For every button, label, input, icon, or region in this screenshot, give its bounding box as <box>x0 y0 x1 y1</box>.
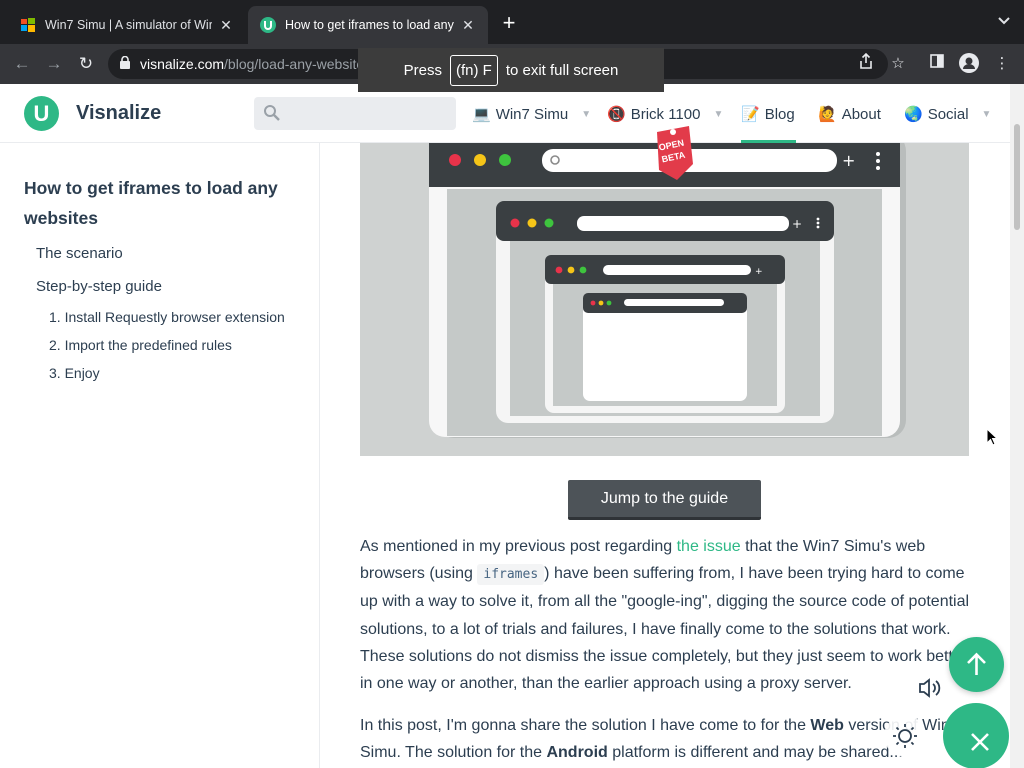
nav-win7simu[interactable]: 💻 Win7 Simu ▼ <box>472 105 592 124</box>
brick-icon: 📵 <box>607 106 626 123</box>
share-icon[interactable] <box>855 52 877 75</box>
hero-illustration: + + + <box>360 143 969 456</box>
svg-text:+: + <box>842 151 855 170</box>
nav-label: Social <box>927 105 969 123</box>
tab-title: How to get iframes to load any <box>285 18 454 32</box>
memo-icon: 📝 <box>741 106 760 123</box>
toc-item-import[interactable]: 2. Import the predefined rules <box>49 337 232 353</box>
url-host: visnalize.com <box>140 56 225 72</box>
svg-text:+: + <box>792 217 802 231</box>
tab-title: Win7 Simu | A simulator of Wir <box>45 18 212 32</box>
text-segment: platform is different and may be shared.… <box>607 744 903 762</box>
site-logo[interactable]: U <box>24 96 59 131</box>
scroll-to-top-button[interactable] <box>949 637 1004 692</box>
toc-heading[interactable]: How to get iframes to load any websites <box>24 173 304 233</box>
second-paragraph: In this post, I'm gonna share the soluti… <box>360 712 972 766</box>
site-header: U Visnalize 💻 Win7 Simu ▼ 📵 Brick 1100 ▼… <box>0 84 1010 143</box>
close-menu-button[interactable] <box>943 703 1009 768</box>
forward-arrow-icon[interactable]: → <box>42 52 66 76</box>
toc-item-scenario[interactable]: The scenario <box>36 245 123 262</box>
close-icon[interactable]: ✕ <box>460 17 476 34</box>
caret-down-icon: ▼ <box>581 108 592 120</box>
browser-tab-iframes-post[interactable]: How to get iframes to load any ✕ <box>248 6 488 44</box>
jump-to-guide-button[interactable]: Jump to the guide <box>568 480 761 520</box>
close-icon[interactable]: ✕ <box>218 17 234 34</box>
scrollbar-thumb[interactable] <box>1014 124 1020 230</box>
toc-item-install[interactable]: 1. Install Requestly browser extension <box>49 309 285 325</box>
bold-web: Web <box>810 717 844 734</box>
open-beta-badge: OPEN BETA <box>651 124 695 182</box>
nav-about[interactable]: 🙋 About <box>818 105 881 124</box>
reload-icon[interactable]: ↻ <box>74 52 98 76</box>
text-segment: As mentioned in my previous post regardi… <box>360 538 677 555</box>
browser-tab-strip: Win7 Simu | A simulator of Wir ✕ How to … <box>0 0 1024 44</box>
globe-icon: 🌏 <box>904 106 923 123</box>
toc-item-enjoy[interactable]: 3. Enjoy <box>49 365 100 381</box>
text-segment: ) have been suffering from, I have been … <box>360 565 971 693</box>
the-issue-link[interactable]: the issue <box>677 538 741 555</box>
nav-label: About <box>841 105 881 123</box>
new-tab-button[interactable]: + <box>498 12 520 34</box>
browser-tab-win7simu[interactable]: Win7 Simu | A simulator of Wir ✕ <box>8 6 246 44</box>
site-search-input[interactable] <box>254 97 456 130</box>
win7-icon <box>20 17 36 33</box>
profile-avatar-icon[interactable] <box>958 53 980 75</box>
lock-icon <box>120 55 130 72</box>
site-name[interactable]: Visnalize <box>76 102 161 125</box>
inline-code: iframes <box>477 564 545 586</box>
nav-brick1100[interactable]: 📵 Brick 1100 ▼ <box>607 105 724 124</box>
fullscreen-exit-toast: Press (fn) F to exit full screen <box>358 48 664 92</box>
intro-paragraph: As mentioned in my previous post regardi… <box>360 533 972 697</box>
mouse-cursor-icon <box>986 428 998 446</box>
more-menu-icon[interactable]: ⋮ <box>991 53 1013 75</box>
person-icon: 🙋 <box>818 106 837 123</box>
arrow-up-icon <box>967 652 986 675</box>
bold-android: Android <box>546 744 608 762</box>
toast-prefix: Press <box>403 61 442 79</box>
caret-down-icon: ▼ <box>713 108 724 120</box>
nav-social[interactable]: 🌏 Social ▼ <box>904 105 992 124</box>
back-arrow-icon[interactable]: ← <box>10 52 34 76</box>
nav-blog[interactable]: 📝 Blog <box>741 105 795 124</box>
theme-toggle-sun-icon[interactable] <box>884 715 926 757</box>
nav-label: Win7 Simu <box>495 105 569 123</box>
svg-text:+: + <box>755 267 763 277</box>
laptop-icon: 💻 <box>472 106 491 123</box>
side-panel-icon[interactable] <box>926 53 948 75</box>
search-icon <box>264 105 280 121</box>
nav-label: Blog <box>764 105 795 123</box>
nav-label: Brick 1100 <box>630 105 701 123</box>
toast-suffix: to exit full screen <box>505 61 619 79</box>
tab-search-icon[interactable] <box>998 14 1010 28</box>
bookmark-star-icon[interactable]: ☆ <box>887 53 909 75</box>
caret-down-icon: ▼ <box>981 108 992 120</box>
close-icon <box>971 733 989 751</box>
page-scrollbar[interactable] <box>1010 84 1024 768</box>
visnalize-icon <box>260 17 276 33</box>
toast-key: (fn) F <box>449 54 498 86</box>
text-segment: In this post, I'm gonna share the soluti… <box>360 717 811 734</box>
toc-item-guide[interactable]: Step-by-step guide <box>36 278 162 295</box>
sidebar-toc: How to get iframes to load any websites … <box>0 143 320 768</box>
